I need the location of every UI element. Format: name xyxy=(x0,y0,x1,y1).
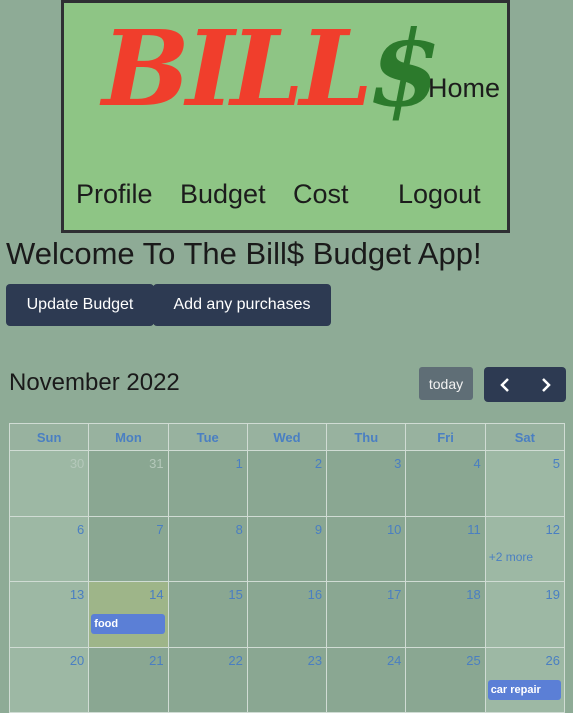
nav-cost-link[interactable]: Cost xyxy=(293,179,349,210)
day-cell[interactable]: 19 xyxy=(484,581,566,648)
site-header: BILL$ Home Profile Budget Cost Logout xyxy=(61,0,510,233)
day-cell[interactable]: 12 +2 more xyxy=(484,515,566,582)
day-cell[interactable]: 13 xyxy=(8,581,90,648)
day-number: 30 xyxy=(69,456,85,471)
nav-profile-link[interactable]: Profile xyxy=(76,179,153,210)
page-title: Welcome To The Bill$ Budget App! xyxy=(6,236,482,271)
weekday-header: Sat xyxy=(484,423,566,451)
day-number: 1 xyxy=(235,456,243,471)
calendar-nav-group xyxy=(484,367,566,402)
weekday-header: Fri xyxy=(405,423,486,451)
day-number: 10 xyxy=(386,521,402,537)
day-number: 31 xyxy=(149,456,164,471)
weekday-header: Thu xyxy=(326,423,407,451)
update-budget-button[interactable]: Update Budget xyxy=(6,284,154,326)
day-number: 7 xyxy=(156,521,164,537)
day-cell[interactable]: 6 xyxy=(8,515,90,582)
day-cell[interactable]: 23 xyxy=(246,646,328,713)
more-events-link[interactable]: +2 more xyxy=(489,550,533,564)
nav-logout-link[interactable]: Logout xyxy=(398,179,481,210)
day-cell[interactable]: 11 xyxy=(405,515,486,582)
nav-home-link[interactable]: Home xyxy=(428,73,500,104)
event-car-repair[interactable]: car repair xyxy=(487,679,561,700)
day-cell[interactable]: 17 xyxy=(326,581,407,648)
day-number: 18 xyxy=(466,587,481,602)
day-number: 21 xyxy=(149,652,164,668)
day-number: 19 xyxy=(545,587,560,602)
day-cell[interactable]: 31 xyxy=(88,450,169,517)
day-cell[interactable]: 4 xyxy=(405,450,486,517)
day-cell[interactable]: 16 xyxy=(246,581,328,648)
day-cell[interactable]: 1 xyxy=(167,450,248,517)
day-number: 6 xyxy=(77,521,85,537)
day-cell[interactable]: 9 xyxy=(246,515,328,582)
day-cell[interactable]: 21 xyxy=(88,646,169,713)
calendar-week-row: 6 7 8 9 10 11 12 +2 more xyxy=(8,515,566,582)
logo-dollar: $ xyxy=(368,7,441,130)
weekday-header: Sun xyxy=(8,423,90,451)
day-number: 24 xyxy=(386,652,402,668)
day-cell[interactable]: 20 xyxy=(8,646,90,713)
nav-budget-link[interactable]: Budget xyxy=(180,179,266,210)
day-number: 3 xyxy=(394,456,402,471)
weekday-header-row: Sun Mon Tue Wed Thu Fri Sat xyxy=(8,423,566,451)
add-purchases-button[interactable]: Add any purchases xyxy=(153,284,331,326)
day-number: 16 xyxy=(307,587,323,602)
day-number: 25 xyxy=(466,652,481,668)
day-cell[interactable]: 5 xyxy=(484,450,566,517)
day-cell[interactable]: 7 xyxy=(88,515,169,582)
day-number: 15 xyxy=(228,587,243,602)
day-number: 5 xyxy=(552,456,560,471)
day-number: 14 xyxy=(149,587,164,602)
day-number: 2 xyxy=(314,456,323,471)
calendar-week-row: 20 21 22 23 24 25 26 car repair xyxy=(8,646,566,713)
event-food[interactable]: food xyxy=(91,614,165,634)
weekday-header: Tue xyxy=(167,423,248,451)
day-cell[interactable]: 2 xyxy=(246,450,328,517)
day-number: 26 xyxy=(545,652,560,668)
day-number: 8 xyxy=(235,521,243,537)
today-day-cell[interactable]: 14 food xyxy=(88,581,169,648)
bills-logo[interactable]: BILL$ xyxy=(102,17,441,121)
month-calendar: Sun Mon Tue Wed Thu Fri Sat 30 31 1 2 3 … xyxy=(8,423,566,713)
weekday-header: Mon xyxy=(88,423,169,451)
day-number: 9 xyxy=(314,521,323,537)
day-cell[interactable]: 26 car repair xyxy=(484,646,566,713)
day-cell[interactable]: 25 xyxy=(405,646,486,713)
calendar-week-row: 13 14 food 15 16 17 18 19 xyxy=(8,581,566,648)
day-number: 22 xyxy=(228,652,243,668)
day-number: 12 xyxy=(545,521,560,537)
weekday-header: Wed xyxy=(246,423,328,451)
today-button[interactable]: today xyxy=(419,367,473,400)
day-cell[interactable]: 22 xyxy=(167,646,248,713)
day-number: 23 xyxy=(307,652,323,668)
calendar-title: November 2022 xyxy=(9,369,180,396)
day-cell[interactable]: 3 xyxy=(326,450,407,517)
calendar-week-row: 30 31 1 2 3 4 5 xyxy=(8,450,566,517)
day-cell[interactable]: 30 xyxy=(8,450,90,517)
prev-month-button[interactable] xyxy=(484,367,525,402)
next-month-button[interactable] xyxy=(525,367,566,402)
day-cell[interactable]: 18 xyxy=(405,581,486,648)
day-number: 13 xyxy=(69,587,85,602)
chevron-left-icon xyxy=(499,377,509,392)
day-number: 17 xyxy=(386,587,402,602)
chevron-right-icon xyxy=(541,377,551,392)
day-number: 4 xyxy=(473,456,481,471)
day-cell[interactable]: 8 xyxy=(167,515,248,582)
logo-text: BILL xyxy=(102,7,373,130)
day-cell[interactable]: 15 xyxy=(167,581,248,648)
day-number: 20 xyxy=(69,652,85,668)
day-cell[interactable]: 24 xyxy=(326,646,407,713)
day-cell[interactable]: 10 xyxy=(326,515,407,582)
day-number: 11 xyxy=(467,521,481,537)
